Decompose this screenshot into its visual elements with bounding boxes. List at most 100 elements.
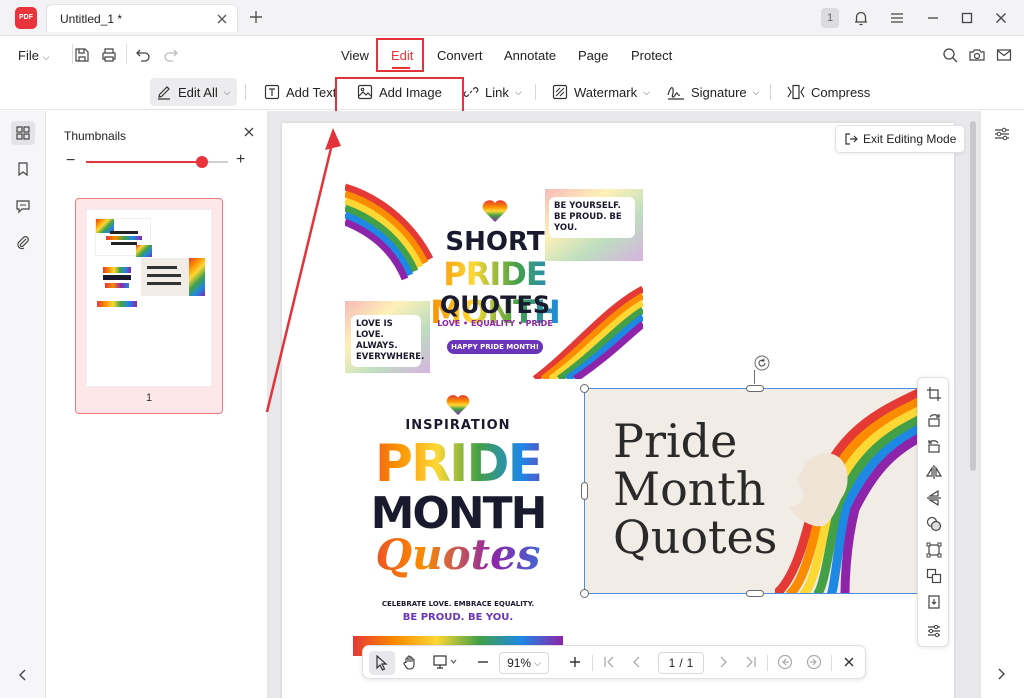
add-text-button[interactable]: Add Text <box>258 78 342 106</box>
image-settings-icon[interactable] <box>926 623 942 639</box>
link-button[interactable]: Link ⌵ <box>457 78 528 106</box>
vertical-scrollbar[interactable] <box>970 121 976 471</box>
print-icon[interactable] <box>100 46 118 64</box>
undo-icon[interactable] <box>134 46 152 64</box>
link-label: Link <box>485 84 509 100</box>
first-page-icon[interactable] <box>601 654 617 670</box>
zoom-level-select[interactable]: 91% ⌵ <box>499 652 549 674</box>
resize-handle-bottom-left[interactable] <box>580 589 589 598</box>
close-toolbar-icon[interactable] <box>841 654 857 670</box>
image-inspiration-pride-month-quotes[interactable]: INSPIRATION PRIDE MONTH Quotes CELEBRATE… <box>353 384 563 656</box>
opacity-icon[interactable] <box>926 516 942 532</box>
page-separator: / <box>679 656 683 670</box>
save-icon[interactable] <box>73 46 91 64</box>
image-short-pride-month-quotes[interactable]: SHORT PRIDE MONTH QUOTES LOVE • EQUALITY… <box>345 179 643 379</box>
img3-line-pride: Pride <box>613 414 738 468</box>
divider <box>535 84 536 100</box>
highlight-edit-tab <box>376 38 424 72</box>
redo-icon[interactable] <box>162 46 180 64</box>
properties-settings-icon[interactable] <box>993 125 1011 143</box>
crop-icon[interactable] <box>926 386 942 402</box>
rotate-right-icon[interactable] <box>926 412 942 428</box>
thumbnails-panel-icon[interactable] <box>11 121 35 145</box>
search-icon[interactable] <box>941 46 959 64</box>
file-menu-label: File <box>18 48 39 63</box>
arrange-icon[interactable] <box>926 568 942 584</box>
forward-view-icon[interactable] <box>806 654 822 670</box>
thumbnail-size-slider[interactable] <box>86 156 228 168</box>
img3-line-month: Month <box>613 462 766 516</box>
minimize-icon[interactable] <box>924 9 942 27</box>
maximize-icon[interactable] <box>958 9 976 27</box>
menu-convert[interactable]: Convert <box>437 48 483 63</box>
select-tool-icon[interactable] <box>369 651 395 675</box>
menu-view[interactable]: View <box>341 48 369 63</box>
menu-page[interactable]: Page <box>578 48 608 63</box>
signature-button[interactable]: Signature ⌵ <box>661 78 765 106</box>
mail-icon[interactable] <box>995 46 1013 64</box>
exit-icon <box>844 132 858 146</box>
thumb-zoom-out-icon[interactable]: − <box>66 152 75 170</box>
resize-handle-top-left[interactable] <box>580 384 589 393</box>
extract-image-icon[interactable] <box>926 594 942 610</box>
chevron-down-icon: ⌵ <box>643 86 650 97</box>
previous-page-icon[interactable] <box>629 654 645 670</box>
flip-vertical-icon[interactable] <box>926 490 942 506</box>
document-tab[interactable]: Untitled_1 * <box>46 4 238 32</box>
camera-icon[interactable] <box>968 46 986 64</box>
rotate-left-icon[interactable] <box>926 438 942 454</box>
bell-icon[interactable] <box>852 9 870 27</box>
zoom-out-icon[interactable] <box>475 654 491 670</box>
signature-icon <box>667 84 685 100</box>
document-canvas[interactable]: SHORT PRIDE MONTH QUOTES LOVE • EQUALITY… <box>268 111 980 698</box>
collapse-left-icon[interactable] <box>11 663 35 687</box>
pencil-icon <box>156 84 172 100</box>
back-view-icon[interactable] <box>777 654 793 670</box>
thumb-img3 <box>141 258 205 296</box>
resize-handle-top[interactable] <box>746 385 764 392</box>
exit-editing-mode-button[interactable]: Exit Editing Mode <box>835 125 966 153</box>
thumb-img2 <box>97 257 137 309</box>
expand-right-icon[interactable] <box>993 666 1009 682</box>
new-tab-icon[interactable] <box>248 9 264 25</box>
file-menu[interactable]: File ⌵ <box>18 48 49 63</box>
menu-bar: File ⌵ View Edit Convert Annotate Page P… <box>0 36 1024 74</box>
slider-knob[interactable] <box>196 156 208 168</box>
attachment-icon[interactable] <box>11 230 35 254</box>
close-window-icon[interactable] <box>992 9 1010 27</box>
view-mode-icon[interactable] <box>433 654 459 670</box>
rotate-handle-icon[interactable] <box>754 355 770 371</box>
img1-title-quotes: QUOTES <box>439 291 551 319</box>
image-pride-month-quotes-selected[interactable]: Pride Month Quotes <box>584 388 926 594</box>
menu-annotate[interactable]: Annotate <box>504 48 556 63</box>
thumb-zoom-in-icon[interactable]: + <box>236 151 245 169</box>
compress-button[interactable]: Compress <box>781 78 876 106</box>
replace-frame-icon[interactable] <box>926 542 942 558</box>
text-box-icon <box>264 84 280 100</box>
zoom-in-icon[interactable] <box>567 654 583 670</box>
flip-horizontal-icon[interactable] <box>926 464 942 480</box>
next-page-icon[interactable] <box>715 654 731 670</box>
image-tools-panel <box>917 377 949 647</box>
comment-icon[interactable] <box>11 194 35 218</box>
zoom-level-value: 91% <box>507 656 532 670</box>
hamburger-menu-icon[interactable] <box>888 9 906 27</box>
divider <box>767 655 768 671</box>
close-tab-icon[interactable] <box>215 12 229 26</box>
watermark-button[interactable]: Watermark ⌵ <box>546 78 656 106</box>
resize-handle-bottom[interactable] <box>746 590 764 597</box>
compress-label: Compress <box>811 84 871 100</box>
hand-tool-icon[interactable] <box>402 654 418 670</box>
page-number-input[interactable]: 1 / 1 <box>658 652 704 674</box>
title-bar: PDF Untitled_1 * 1 <box>0 0 1024 36</box>
resize-handle-left[interactable] <box>581 482 588 500</box>
bookmark-icon[interactable] <box>11 157 35 181</box>
menu-protect[interactable]: Protect <box>631 48 672 63</box>
edit-all-button[interactable]: Edit All ⌵ <box>150 78 237 106</box>
page-thumbnail[interactable]: 1 <box>75 198 223 414</box>
img2-title-pride: PRIDE <box>353 434 563 494</box>
close-panel-icon[interactable] <box>242 125 256 139</box>
last-page-icon[interactable] <box>743 654 759 670</box>
pdf-page[interactable]: SHORT PRIDE MONTH QUOTES LOVE • EQUALITY… <box>282 123 954 698</box>
rainbow-heart-icon <box>446 394 470 416</box>
